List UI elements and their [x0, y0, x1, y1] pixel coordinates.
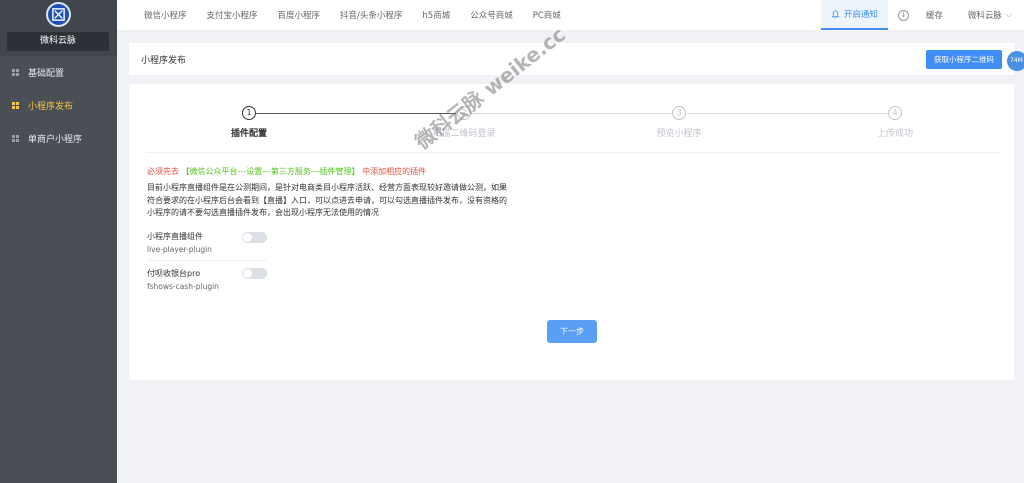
tab-baidu[interactable]: 百度小程序: [278, 9, 321, 21]
step-1-indicator: 1: [242, 106, 256, 120]
top-nav: 微信小程序 支付宝小程序 百度小程序 抖音/头条小程序 h5商城 公众号商城 P…: [117, 0, 1024, 30]
step-connector: [256, 113, 456, 114]
tab-douyin[interactable]: 抖音/头条小程序: [340, 9, 402, 21]
tab-wechat[interactable]: 微信小程序: [144, 9, 187, 21]
download-icon[interactable]: ↓: [897, 9, 909, 21]
tab-alipay[interactable]: 支付宝小程序: [207, 9, 258, 21]
logo[interactable]: [46, 2, 71, 27]
sidebar-item-label: 小程序发布: [28, 102, 74, 112]
step-4-indicator: 4: [888, 106, 902, 120]
steps: 1 插件配置 2 扫描二维码登录 3 预览小程序 4 上传成功: [129, 106, 1014, 146]
sidebar-item-label: 单商户小程序: [28, 135, 83, 145]
sidebar-item-miniprogram-publish[interactable]: 小程序发布: [0, 89, 117, 122]
chevron-down-icon: ⌵: [1005, 10, 1012, 19]
sidebar: 微科云脉 基础配置 小程序发布 单商户小程序: [0, 0, 117, 483]
bell-icon: [831, 9, 840, 18]
floating-badge[interactable]: 74M: [1007, 51, 1024, 71]
brand-name: 微科云脉: [7, 32, 109, 51]
fshows-cash-plugin-toggle[interactable]: [242, 268, 267, 279]
plugin-id: fshows-cash-plugin: [147, 282, 219, 291]
publish-card: 1 插件配置 2 扫描二维码登录 3 预览小程序 4 上传成功 必须先去 【微信…: [129, 84, 1014, 380]
sidebar-item-label: 基础配置: [28, 69, 65, 79]
divider: [146, 152, 1001, 153]
user-name: 微科云脉: [967, 11, 1002, 21]
notice-prefix: 必须先去: [147, 167, 179, 176]
page-title: 小程序发布: [141, 56, 187, 66]
plugin-id: live-player-plugin: [147, 245, 212, 254]
step-connector: [687, 113, 888, 114]
step-2-label: 扫描二维码登录: [432, 129, 496, 139]
cache-button[interactable]: 缓存: [926, 9, 943, 21]
live-plugin-description: 目前小程序直播组件是在公测期间，是针对电商类目小程序活跃、经营方面表现较好邀请做…: [147, 183, 507, 217]
step-4-label: 上传成功: [876, 129, 914, 139]
grid-icon: [12, 135, 19, 142]
notice-suffix: 中添加相应的插件: [362, 167, 427, 176]
step-2-indicator: 2: [457, 106, 471, 120]
sidebar-header: 微科云脉: [0, 0, 117, 56]
logo-icon: [52, 8, 65, 21]
plugin-divider: [147, 260, 267, 261]
get-qrcode-button[interactable]: 获取小程序二维码: [926, 50, 1002, 69]
user-menu[interactable]: 微科云脉 ⌵: [968, 9, 1012, 21]
next-step-button[interactable]: 下一步: [547, 320, 597, 343]
notice-path: 【微信公众平台---设置---第三方服务---插件管理】: [181, 167, 360, 176]
tab-official-account[interactable]: 公众号商城: [470, 9, 513, 21]
plugin-notice: 必须先去 【微信公众平台---设置---第三方服务---插件管理】 中添加相应的…: [147, 166, 426, 177]
top-right-actions: 开启通知 ↓ 缓存 微科云脉 ⌵: [820, 0, 1024, 30]
tab-h5[interactable]: h5商城: [422, 9, 450, 21]
platform-tabs: 微信小程序 支付宝小程序 百度小程序 抖音/头条小程序 h5商城 公众号商城 P…: [117, 9, 581, 21]
step-3-indicator: 3: [672, 106, 686, 120]
step-1-label: 插件配置: [230, 129, 268, 139]
sidebar-item-single-merchant[interactable]: 单商户小程序: [0, 122, 117, 155]
grid-icon: [12, 102, 19, 109]
live-player-plugin-toggle[interactable]: [242, 232, 267, 243]
page-header-card: 小程序发布 获取小程序二维码: [129, 43, 1014, 75]
grid-icon: [12, 69, 19, 76]
enable-notification-button[interactable]: 开启通知: [820, 0, 888, 30]
step-connector: [471, 113, 672, 114]
step-3-label: 预览小程序: [656, 129, 702, 139]
sidebar-item-basic-config[interactable]: 基础配置: [0, 56, 117, 89]
notification-label: 开启通知: [843, 10, 878, 20]
tab-pc[interactable]: PC商城: [533, 9, 561, 21]
